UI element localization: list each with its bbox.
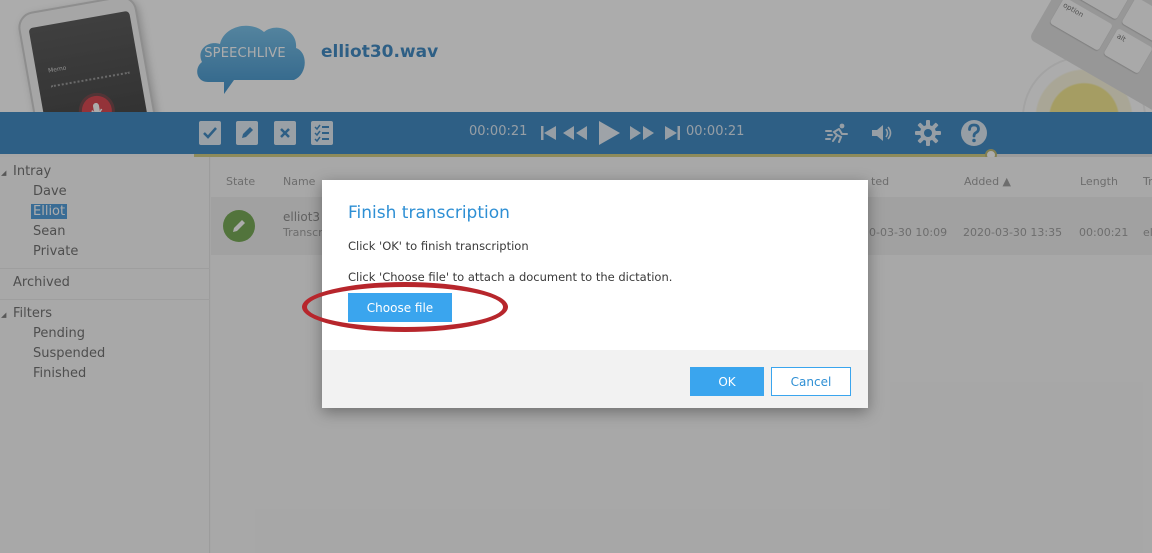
finish-transcription-dialog: Finish transcription Click 'OK' to finis… [322,180,868,408]
choose-file-button[interactable]: Choose file [348,293,452,322]
dialog-title: Finish transcription [348,203,510,223]
dialog-footer: OK Cancel [322,350,868,408]
cancel-button[interactable]: Cancel [771,367,851,396]
dialog-message-ok: Click 'OK' to finish transcription [348,239,529,253]
dialog-message-choose: Click 'Choose file' to attach a document… [348,270,673,284]
ok-button[interactable]: OK [690,367,764,396]
